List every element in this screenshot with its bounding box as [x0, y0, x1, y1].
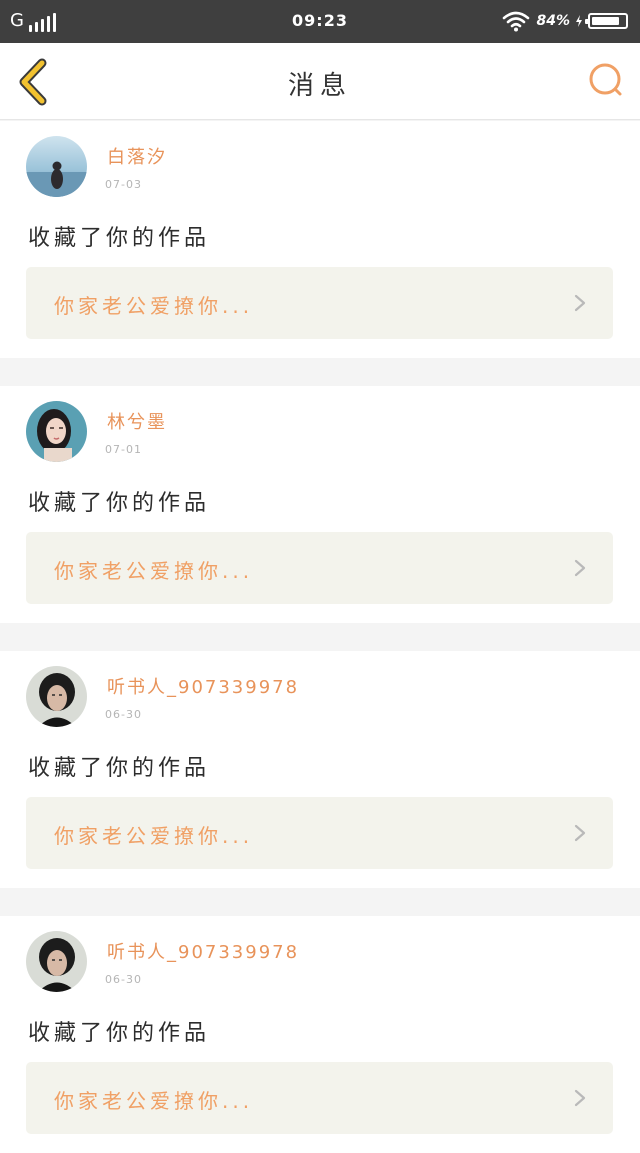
action-text: 收藏了你的作品 — [28, 756, 211, 781]
work-link[interactable]: 你家老公爱撩你... — [26, 267, 613, 339]
username[interactable]: 白落汐 — [107, 143, 167, 169]
work-title: 你家老公爱撩你... — [54, 294, 254, 318]
page-title: 消息 — [287, 71, 352, 101]
message-date: 07-01 — [105, 443, 142, 456]
chevron-right-icon — [574, 294, 586, 312]
username[interactable]: 听书人_907339978 — [107, 673, 299, 699]
charging-icon — [576, 15, 582, 27]
work-link[interactable]: 你家老公爱撩你... — [26, 797, 613, 869]
avatar[interactable] — [26, 931, 87, 992]
avatar-photo-woman — [26, 401, 87, 462]
action-text: 收藏了你的作品 — [28, 491, 211, 516]
message-date: 06-30 — [105, 708, 142, 721]
username[interactable]: 林兮墨 — [107, 408, 167, 434]
message-item: 听书人_907339978 06-30 收藏了你的作品 你家老公爱撩你... — [0, 916, 640, 1153]
avatar-photo-sea — [26, 136, 87, 197]
message-item: 白落汐 07-03 收藏了你的作品 你家老公爱撩你... — [0, 121, 640, 358]
avatar[interactable] — [26, 401, 87, 462]
wifi-icon — [503, 11, 530, 32]
action-text: 收藏了你的作品 — [28, 1021, 211, 1046]
chevron-right-icon — [574, 824, 586, 842]
chevron-right-icon — [574, 1089, 586, 1107]
work-title: 你家老公爱撩你... — [54, 1089, 254, 1113]
avatar-photo-man — [26, 666, 87, 727]
username[interactable]: 听书人_907339978 — [107, 938, 299, 964]
battery-percent: 84% — [536, 13, 570, 29]
nav-bar: 消息 — [0, 43, 640, 120]
work-link[interactable]: 你家老公爱撩你... — [26, 1062, 613, 1134]
message-item: 林兮墨 07-01 收藏了你的作品 你家老公爱撩你... — [0, 386, 640, 623]
message-list: 白落汐 07-03 收藏了你的作品 你家老公爱撩你... 林兮墨 07-01 收… — [0, 121, 640, 1153]
battery-icon — [585, 13, 628, 29]
avatar-photo-man — [26, 931, 87, 992]
chevron-right-icon — [574, 559, 586, 577]
avatar[interactable] — [26, 136, 87, 197]
action-text: 收藏了你的作品 — [28, 226, 211, 251]
search-icon — [589, 63, 622, 96]
work-title: 你家老公爱撩你... — [54, 559, 254, 583]
avatar[interactable] — [26, 666, 87, 727]
search-button[interactable] — [586, 61, 626, 101]
message-item: 听书人_907339978 06-30 收藏了你的作品 你家老公爱撩你... — [0, 651, 640, 888]
work-title: 你家老公爱撩你... — [54, 824, 254, 848]
message-date: 07-03 — [105, 178, 142, 191]
status-bar: G 09:23 84% — [0, 0, 640, 43]
message-date: 06-30 — [105, 973, 142, 986]
work-link[interactable]: 你家老公爱撩你... — [26, 532, 613, 604]
